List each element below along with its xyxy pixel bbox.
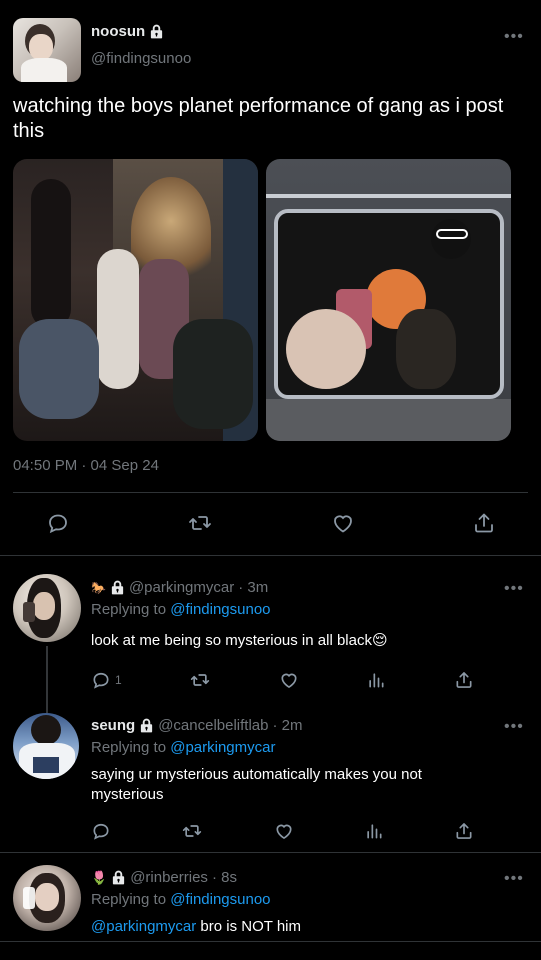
views-button[interactable]	[364, 821, 384, 841]
main-tweet-name-line: noosun	[91, 23, 164, 40]
retweet-button[interactable]	[187, 511, 213, 535]
more-icon[interactable]: •••	[504, 871, 524, 887]
retweet-button[interactable]	[189, 670, 211, 690]
reply-avatar[interactable]	[13, 865, 81, 931]
display-name[interactable]: noosun	[91, 23, 145, 40]
reply-text: @parkingmycar bro is NOT him	[91, 917, 521, 937]
share-icon	[456, 672, 472, 688]
replying-to-handle[interactable]: @findingsunoo	[170, 601, 270, 618]
like-button[interactable]	[331, 511, 355, 535]
more-icon[interactable]: •••	[504, 719, 524, 735]
reply-text: look at me being so mysterious in all bl…	[91, 632, 388, 649]
reply-name-line: 🐎 @parkingmycar · 3m	[91, 579, 268, 596]
reply-avatar[interactable]	[13, 713, 79, 779]
lock-icon	[113, 870, 125, 885]
main-tweet-avatar[interactable]	[13, 18, 81, 82]
tweet-timestamp[interactable]: 04:50 PM · 04 Sep 24	[13, 457, 159, 474]
like-icon	[276, 824, 291, 840]
more-icon[interactable]: •••	[504, 581, 524, 597]
main-tweet-actions	[46, 510, 496, 536]
replying-to-prefix: Replying to	[91, 739, 171, 756]
handle[interactable]: @cancelbeliftlab	[158, 717, 268, 734]
retweet-icon	[183, 825, 202, 837]
share-button[interactable]	[454, 670, 474, 690]
reply-icon	[93, 672, 109, 689]
lock-icon	[151, 24, 163, 39]
views-icon	[367, 824, 382, 839]
emoji-icon: 🐎	[91, 580, 106, 595]
rose-icon: 🌷	[91, 869, 108, 885]
divider	[13, 492, 528, 493]
reply-name-line: 🌷 @rinberries · 8s	[91, 869, 237, 886]
reply-tweet: 🐎 @parkingmycar · 3m ••• Replying to @fi…	[0, 556, 541, 714]
reply-count: 1	[115, 673, 122, 687]
main-tweet-handle-line: @findingsunoo	[91, 50, 191, 67]
replying-to: Replying to @findingsunoo	[91, 601, 271, 618]
lock-icon	[111, 580, 124, 595]
reply-avatar[interactable]	[13, 574, 81, 642]
reply-text-rest: bro is NOT him	[196, 918, 302, 935]
replying-to-handle[interactable]: @parkingmycar	[170, 739, 275, 756]
reply-name-line: seung @cancelbeliftlab · 2m	[91, 717, 302, 734]
tweet-photo-2[interactable]	[266, 159, 511, 441]
retweet-icon	[191, 674, 210, 686]
reply-button[interactable]	[46, 511, 70, 535]
like-button[interactable]	[274, 821, 294, 841]
share-button[interactable]	[472, 511, 496, 535]
reply-text: saying ur mysterious automatically makes…	[91, 766, 422, 803]
reply-time[interactable]: · 3m	[238, 579, 268, 596]
like-button[interactable]	[279, 670, 299, 690]
views-button[interactable]	[366, 670, 386, 690]
lock-icon	[141, 718, 153, 733]
reply-actions	[91, 820, 474, 842]
reply-tweet: seung @cancelbeliftlab · 2m ••• Replying…	[0, 701, 541, 853]
like-icon	[333, 515, 352, 533]
replying-to-prefix: Replying to	[91, 891, 171, 908]
views-icon	[369, 673, 384, 688]
tweet-photo-1[interactable]	[13, 159, 258, 441]
retweet-icon	[189, 516, 212, 530]
reply-button[interactable]	[91, 821, 111, 841]
reply-time[interactable]: · 2m	[272, 717, 302, 734]
share-button[interactable]	[454, 821, 474, 841]
tweet-text: watching the boys planet performance of …	[13, 95, 504, 142]
handle[interactable]: @findingsunoo	[91, 50, 191, 67]
share-icon	[475, 513, 493, 533]
retweet-button[interactable]	[181, 821, 203, 841]
reply-icon	[93, 823, 109, 840]
replying-to-prefix: Replying to	[91, 601, 171, 618]
display-name[interactable]: seung	[91, 717, 135, 734]
mention-link[interactable]: @parkingmycar	[91, 918, 196, 935]
reply-actions: 1	[91, 669, 474, 691]
replying-to-handle[interactable]: @findingsunoo	[170, 891, 270, 908]
replying-to: Replying to @parkingmycar	[91, 739, 275, 756]
reply-time[interactable]: · 8s	[212, 869, 237, 886]
replying-to: Replying to @findingsunoo	[91, 891, 271, 908]
reply-icon	[49, 514, 67, 534]
more-icon[interactable]: •••	[504, 29, 524, 45]
divider	[0, 941, 541, 942]
handle[interactable]: @rinberries	[130, 869, 208, 886]
handle[interactable]: @parkingmycar	[129, 579, 234, 596]
share-icon	[456, 823, 472, 839]
like-icon	[281, 673, 297, 689]
reply-tweet: 🌷 @rinberries · 8s ••• Replying to @find…	[0, 853, 541, 960]
reply-button[interactable]: 1	[91, 670, 122, 690]
